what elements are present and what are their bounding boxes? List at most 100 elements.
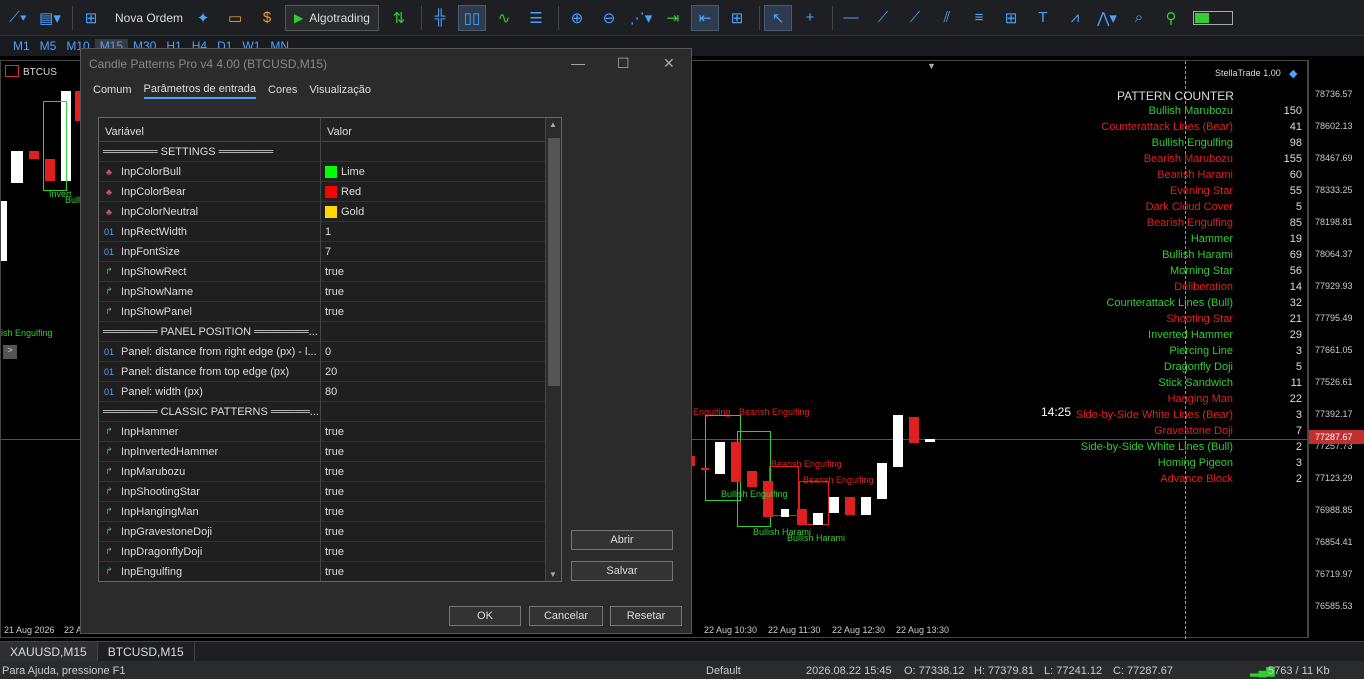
zoom-out-icon[interactable]: ⊖ bbox=[595, 5, 623, 31]
parameter-row[interactable]: 01 InpRectWidth 1 bbox=[99, 221, 561, 242]
tf-m1[interactable]: M1 bbox=[8, 39, 35, 53]
expand-arrow-icon[interactable]: > bbox=[3, 345, 17, 359]
chart-type-icon[interactable]: ▤▾ bbox=[36, 5, 64, 31]
grid-icon[interactable]: ⊞ bbox=[723, 5, 751, 31]
parameter-row[interactable]: ↱ InpShowPanel true bbox=[99, 301, 561, 322]
tf-m5[interactable]: M5 bbox=[35, 39, 62, 53]
parameter-value[interactable]: 80 bbox=[321, 382, 561, 402]
trade-arrows-icon[interactable]: ⇅ bbox=[385, 5, 413, 31]
parameter-value[interactable]: true bbox=[321, 442, 561, 462]
parameter-value[interactable]: true bbox=[321, 522, 561, 542]
parameter-row[interactable]: ↱ InpShootingStar true bbox=[99, 481, 561, 502]
parameter-row[interactable]: ♣ InpColorNeutral Gold bbox=[99, 201, 561, 222]
parameter-value[interactable]: true bbox=[321, 262, 561, 282]
parameter-row[interactable]: ↱ InpHammer true bbox=[99, 421, 561, 442]
parameter-row[interactable]: 01 Panel: distance from top edge (px) 20 bbox=[99, 361, 561, 382]
parameter-value[interactable]: Red bbox=[321, 182, 561, 202]
close-icon[interactable]: ✕ bbox=[663, 55, 675, 72]
tab-xauusd[interactable]: XAUUSD,M15 bbox=[0, 641, 98, 662]
gann-icon[interactable]: ⊞ bbox=[997, 5, 1025, 31]
parameter-value[interactable]: 7 bbox=[321, 242, 561, 262]
parameter-value[interactable]: true bbox=[321, 542, 561, 562]
parameter-row[interactable]: ↱ InpShowRect true bbox=[99, 261, 561, 282]
parameter-value[interactable]: true bbox=[321, 482, 561, 502]
line-chart-icon[interactable]: ⟋▾ bbox=[4, 5, 32, 31]
parameter-value[interactable]: 1 bbox=[321, 222, 561, 242]
chart-shift-icon[interactable]: ⇤ bbox=[690, 4, 719, 31]
autoscroll-icon[interactable]: ⇥ bbox=[659, 5, 687, 31]
cursor-icon[interactable]: ↖ bbox=[763, 4, 792, 31]
open-button[interactable]: Abrir bbox=[571, 530, 673, 550]
minimize-icon[interactable]: — bbox=[571, 55, 585, 71]
parameter-value[interactable]: true bbox=[321, 302, 561, 322]
bar-chart-icon[interactable]: ╬ bbox=[426, 5, 454, 31]
template-icon[interactable]: ☰ bbox=[522, 5, 550, 31]
reset-button[interactable]: Resetar bbox=[610, 606, 682, 626]
trendline-icon[interactable]: ⟋ bbox=[869, 5, 897, 31]
tab-cores[interactable]: Cores bbox=[268, 84, 297, 98]
signal-icon[interactable]: ⚲ bbox=[1157, 5, 1185, 31]
tab-comum[interactable]: Comum bbox=[93, 84, 132, 98]
parameter-value[interactable]: true bbox=[321, 462, 561, 482]
folder-icon[interactable]: ▭ bbox=[221, 5, 249, 31]
shapes-icon[interactable]: ⋀▾ bbox=[1093, 5, 1121, 31]
ok-button[interactable]: OK bbox=[449, 606, 521, 626]
tab-visualizacao[interactable]: Visualização bbox=[309, 84, 371, 98]
tab-btcusd[interactable]: BTCUSD,M15 bbox=[98, 641, 195, 662]
text-icon[interactable]: T bbox=[1029, 5, 1057, 31]
scroll-up-icon[interactable]: ▲ bbox=[549, 120, 557, 129]
parameter-row[interactable]: ↱ InpInvertedHammer true bbox=[99, 441, 561, 462]
zoom-in-icon[interactable]: ⊕ bbox=[563, 5, 591, 31]
algotrading-button[interactable]: ▶ Algotrading bbox=[285, 4, 379, 31]
parameter-row[interactable]: ♣ InpColorBear Red bbox=[99, 181, 561, 202]
wave-icon[interactable]: ⩘ bbox=[1061, 5, 1089, 31]
save-button[interactable]: Salvar bbox=[571, 561, 673, 581]
new-order-button[interactable]: Nova Ordem bbox=[109, 11, 189, 25]
parameter-row[interactable]: ↱ InpHangingMan true bbox=[99, 501, 561, 522]
candlestick-icon[interactable]: ▯▯ bbox=[457, 4, 486, 31]
cancel-button[interactable]: Cancelar bbox=[529, 606, 603, 626]
crosshair-icon[interactable]: + bbox=[796, 5, 824, 31]
parameter-row[interactable]: 01 Panel: distance from right edge (px) -… bbox=[99, 341, 561, 362]
parameter-value[interactable] bbox=[321, 322, 561, 342]
parameter-value[interactable]: Lime bbox=[321, 162, 561, 182]
parameter-row[interactable]: 01 Panel: width (px) 80 bbox=[99, 381, 561, 402]
parameter-row[interactable]: ═══════ SETTINGS ═══════ bbox=[99, 141, 561, 162]
parameter-value[interactable]: true bbox=[321, 422, 561, 442]
parameter-row[interactable]: ↱ InpEngulfing true bbox=[99, 561, 561, 582]
parameter-row[interactable]: ↱ InpMarubozu true bbox=[99, 461, 561, 482]
dollar-icon[interactable]: $ bbox=[253, 5, 281, 31]
parameter-value[interactable] bbox=[321, 402, 561, 422]
parameter-row[interactable]: 01 InpFontSize 7 bbox=[99, 241, 561, 262]
parameter-row[interactable]: ↱ InpGravestoneDoji true bbox=[99, 521, 561, 542]
search-icon[interactable]: ⌕ bbox=[1125, 5, 1153, 31]
scrollbar-thumb[interactable] bbox=[548, 138, 560, 386]
parameter-value[interactable]: true bbox=[321, 502, 561, 522]
parameter-value[interactable]: 20 bbox=[321, 362, 561, 382]
parameter-row[interactable]: ═══════ CLASSIC PATTERNS ═════... bbox=[99, 401, 561, 422]
hline-icon[interactable]: — bbox=[837, 5, 865, 31]
dialog-titlebar[interactable]: Candle Patterns Pro v4 4.00 (BTCUSD,M15)… bbox=[81, 49, 691, 79]
parameter-value[interactable]: true bbox=[321, 562, 561, 582]
parameter-row[interactable]: ♣ InpColorBull Lime bbox=[99, 161, 561, 182]
maximize-icon[interactable]: ☐ bbox=[617, 55, 630, 72]
vertical-scrollbar[interactable]: ▲ ▼ bbox=[545, 118, 561, 581]
parameters-grid[interactable]: Variável Valor ═══════ SETTINGS ═══════ ♣… bbox=[98, 117, 562, 582]
parameter-value[interactable]: Gold bbox=[321, 202, 561, 222]
sparkle-icon[interactable]: ✦ bbox=[189, 5, 217, 31]
new-order-icon[interactable]: ⊞ bbox=[77, 5, 105, 31]
scroll-down-icon[interactable]: ▼ bbox=[549, 570, 557, 579]
parameter-row[interactable]: ↱ InpShowName true bbox=[99, 281, 561, 302]
fibo-icon[interactable]: ≡ bbox=[965, 5, 993, 31]
channel-icon[interactable]: ⫽ bbox=[933, 5, 961, 31]
parameter-value[interactable]: 0 bbox=[321, 342, 561, 362]
parameter-row[interactable]: ═══════ PANEL POSITION ═══════... bbox=[99, 321, 561, 342]
parameter-row[interactable]: ↱ InpDragonflyDoji true bbox=[99, 541, 561, 562]
line-icon[interactable]: ∿ bbox=[490, 5, 518, 31]
parameter-value-text: true bbox=[325, 505, 344, 518]
parameter-value[interactable]: true bbox=[321, 282, 561, 302]
tab-parametros[interactable]: Parâmetros de entrada bbox=[143, 83, 257, 99]
parameter-value[interactable] bbox=[321, 142, 561, 162]
indicators-icon[interactable]: ⋰▾ bbox=[627, 5, 655, 31]
ray-icon[interactable]: ⟋ bbox=[901, 5, 929, 31]
